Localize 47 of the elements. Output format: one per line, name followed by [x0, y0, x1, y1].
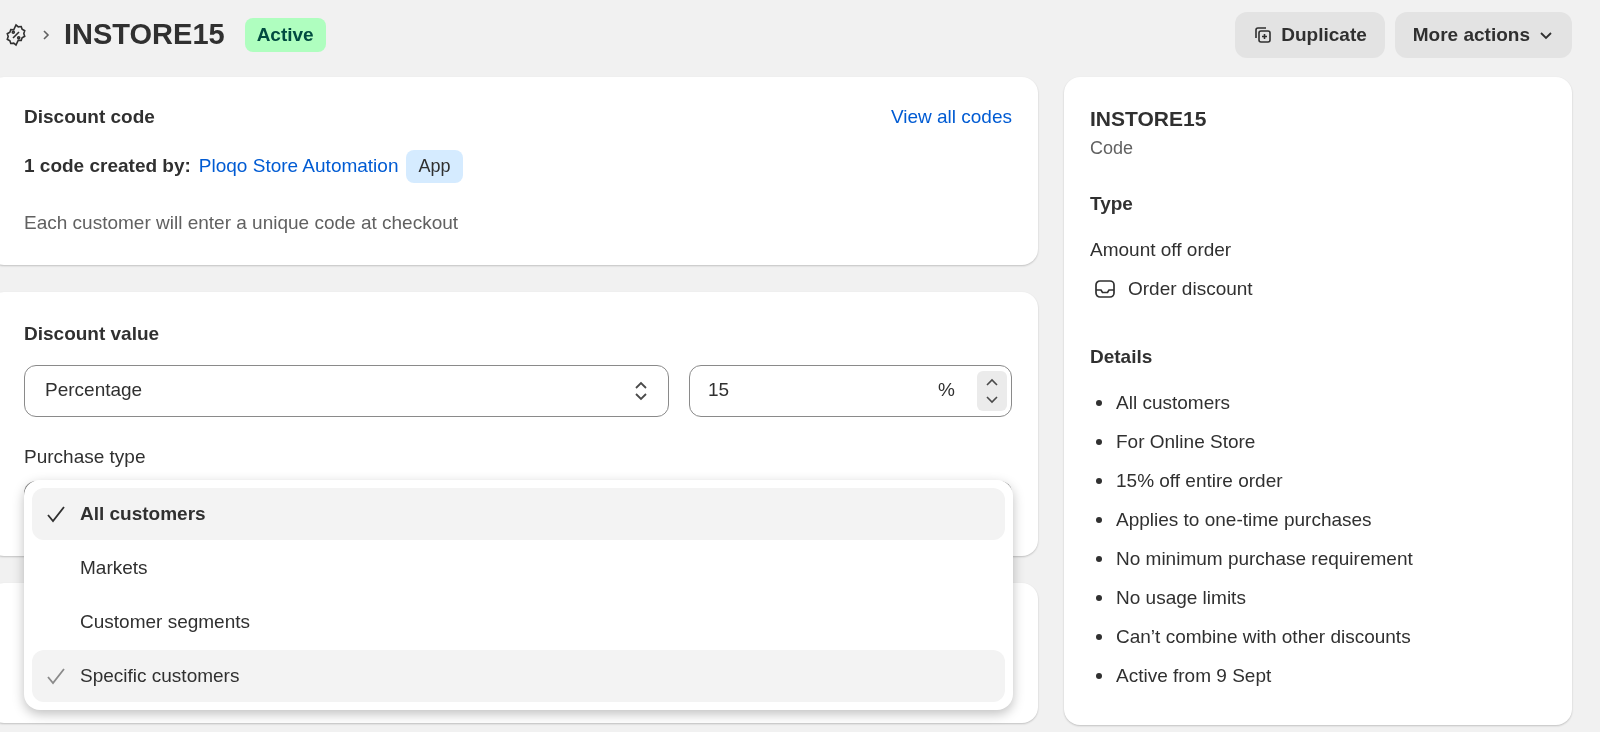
bullet-icon: [1096, 634, 1102, 640]
inbox-icon: [1094, 277, 1116, 300]
discount-badge-icon[interactable]: [4, 23, 28, 47]
discount-class: Order discount: [1128, 276, 1253, 301]
code-note: Each customer will enter a unique code at checkout: [24, 210, 460, 235]
bullet-icon: [1096, 478, 1102, 484]
bullet-icon: [1096, 673, 1102, 679]
view-all-codes-link[interactable]: View all codes: [890, 103, 1012, 132]
bullet-icon: [1096, 556, 1102, 562]
dropdown-option[interactable]: Markets: [32, 542, 1005, 594]
card-title: Discount code: [24, 105, 155, 129]
bullet-icon: [1096, 595, 1102, 601]
created-by-label: 1 code created by:: [24, 153, 191, 178]
detail-item: For Online Store: [1116, 429, 1256, 454]
detail-item: Active from 9 Sept: [1116, 663, 1272, 688]
dropdown-option[interactable]: Customer segments: [32, 596, 1005, 648]
detail-item: All customers: [1116, 390, 1231, 415]
detail-item: No usage limits: [1116, 585, 1246, 610]
bullet-icon: [1096, 439, 1102, 445]
dropdown-option[interactable]: All customers: [32, 488, 1005, 540]
more-actions-button[interactable]: More actions: [1394, 12, 1572, 58]
summary-code: INSTORE15: [1090, 106, 1208, 132]
discount-amount-field[interactable]: 15 %: [689, 364, 1012, 417]
dropdown-option[interactable]: Specific customers: [32, 650, 1005, 702]
status-badge: Active: [244, 17, 326, 53]
stepper-control[interactable]: [977, 370, 1007, 411]
breadcrumb-chevron-icon: [40, 29, 52, 41]
creator-link[interactable]: Ploqo Store Automation: [198, 151, 399, 181]
duplicate-button[interactable]: Duplicate: [1235, 12, 1385, 58]
percent-suffix: %: [938, 378, 955, 403]
section-heading: Details: [1090, 345, 1154, 369]
discount-type-select[interactable]: Percentage: [24, 364, 669, 417]
card-title: Discount value: [24, 322, 161, 346]
detail-item: No minimum purchase requirement: [1116, 546, 1413, 571]
detail-item: 15% off entire order: [1116, 468, 1283, 493]
app-badge: App: [406, 149, 463, 183]
select-arrows-icon: [634, 379, 648, 402]
bullet-icon: [1096, 400, 1102, 406]
duplicate-icon: [1253, 25, 1274, 45]
field-label: Purchase type: [24, 444, 147, 469]
bullet-icon: [1096, 517, 1102, 523]
discount-type: Amount off order: [1090, 238, 1233, 262]
page-title: INSTORE15: [64, 17, 225, 53]
detail-item: Applies to one-time purchases: [1116, 507, 1372, 532]
detail-item: Can’t combine with other discounts: [1116, 624, 1411, 649]
section-heading: Type: [1090, 191, 1134, 216]
summary-code-label: Code: [1090, 136, 1135, 160]
